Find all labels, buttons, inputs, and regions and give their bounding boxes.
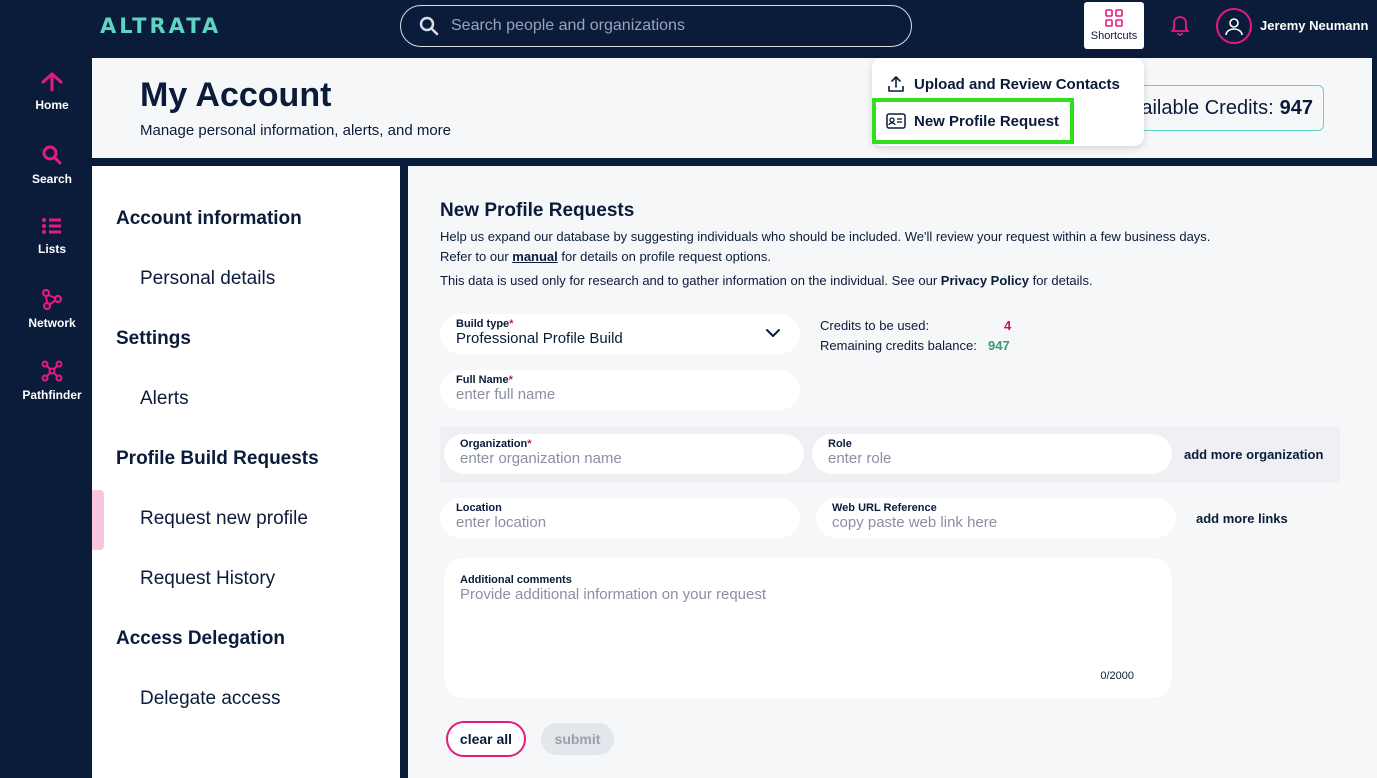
page-subtitle: Manage personal information, alerts, and… [140, 122, 452, 139]
sidebar-item-alerts[interactable]: Alerts [140, 388, 189, 410]
location-field[interactable]: Location [440, 498, 800, 538]
id-card-icon [886, 113, 906, 129]
form-description-privacy: This data is used only for research and … [440, 273, 1093, 288]
nav-item-pathfinder[interactable]: Pathfinder [0, 348, 104, 420]
available-credits: Available Credits: 947 [1128, 85, 1324, 131]
network-icon [41, 288, 63, 310]
field-label: Web URL Reference [832, 502, 937, 514]
form-description-manual: Refer to our manual for details on profi… [440, 249, 771, 264]
grid-icon [1105, 9, 1123, 27]
build-type-value: Professional Profile Build [456, 330, 623, 347]
nav-label-lists: Lists [37, 242, 66, 256]
manual-link[interactable]: manual [512, 249, 558, 264]
sidebar-section-profile-build-requests: Profile Build Requests [116, 448, 319, 469]
menu-item-upload-contacts[interactable]: Upload and Review Contacts [886, 74, 1120, 94]
sidebar-item-request-new-profile[interactable]: Request new profile [140, 508, 308, 530]
web-url-field[interactable]: Web URL Reference [816, 498, 1176, 538]
search-icon [419, 16, 439, 36]
menu-item-label: New Profile Request [914, 112, 1060, 130]
active-indicator [92, 490, 104, 550]
nav-item-network[interactable]: Network [0, 276, 104, 348]
form-description: Help us expand our database by suggestin… [440, 229, 1211, 244]
list-icon [42, 218, 61, 234]
chevron-down-icon [766, 329, 780, 337]
nav-label-network: Network [28, 316, 76, 330]
field-label: Additional comments [460, 574, 572, 586]
credits-value: 947 [1279, 96, 1313, 119]
add-organization-button[interactable]: add more organization [1184, 447, 1323, 462]
menu-item-new-profile-request[interactable]: New Profile Request [872, 98, 1074, 144]
field-label: Organization* [460, 438, 532, 450]
nav-item-search[interactable]: Search [0, 132, 104, 204]
avatar[interactable] [1216, 8, 1252, 44]
credits-used-value: 4 [1004, 318, 1012, 333]
user-icon [1225, 18, 1243, 36]
app-logo[interactable]: ALTRATA [100, 14, 221, 38]
sidebar-item-delegate-access[interactable]: Delegate access [140, 688, 280, 710]
field-label: Location [456, 502, 502, 514]
notifications-button[interactable] [1170, 14, 1190, 41]
credits-label: Available Credits: [1128, 96, 1274, 119]
role-field[interactable]: Role [812, 434, 1172, 474]
shortcuts-button[interactable]: Shortcuts [1084, 2, 1144, 49]
privacy-policy-link[interactable]: Privacy Policy [941, 273, 1029, 288]
credits-summary: Credits to be used: Remaining credits ba… [820, 316, 1011, 356]
profile-request-form: New Profile Requests Help us expand our … [408, 166, 1377, 778]
remaining-credits-label: Remaining credits balance: [820, 338, 977, 353]
desc-text: Refer to our [440, 249, 513, 264]
main-nav: Home Search Lists Network Pathfinder [0, 60, 104, 420]
nav-item-lists[interactable]: Lists [0, 204, 104, 276]
organization-input[interactable] [460, 450, 770, 467]
sidebar-section-account-information: Account information [116, 208, 302, 229]
submit-button[interactable]: submit [541, 723, 614, 755]
sidebar-section-settings: Settings [116, 328, 191, 349]
field-label: Build type* [456, 318, 514, 330]
sidebar-section-access-delegation: Access Delegation [116, 628, 285, 649]
desc-text: for details. [1028, 273, 1093, 288]
field-label: Role [828, 438, 852, 450]
search-input[interactable] [451, 17, 871, 35]
nav-label-search: Search [31, 172, 73, 186]
home-icon [41, 72, 63, 92]
sidebar-item-personal-details[interactable]: Personal details [140, 268, 275, 290]
role-input[interactable] [828, 450, 1138, 467]
sidebar-item-request-history[interactable]: Request History [140, 568, 275, 590]
shortcuts-menu: Upload and Review Contacts New Profile R… [872, 58, 1144, 146]
global-search[interactable] [400, 5, 912, 47]
credits-used-label: Credits to be used: [820, 318, 930, 333]
clear-all-button[interactable]: clear all [446, 721, 526, 757]
comments-field[interactable]: Additional comments 0/2000 [444, 558, 1172, 698]
character-counter: 0/2000 [1100, 670, 1134, 682]
shortcuts-label: Shortcuts [1090, 30, 1138, 42]
web-url-input[interactable] [832, 514, 1142, 531]
nav-label-pathfinder: Pathfinder [22, 388, 82, 402]
form-title: New Profile Requests [440, 200, 635, 221]
full-name-field[interactable]: Full Name* [440, 370, 800, 410]
field-label: Full Name* [456, 374, 513, 386]
page-header: My Account Manage personal information, … [92, 58, 1372, 158]
page-title: My Account [140, 76, 332, 114]
menu-item-label: Upload and Review Contacts [914, 75, 1120, 93]
organization-field[interactable]: Organization* [444, 434, 804, 474]
location-input[interactable] [456, 514, 766, 531]
remaining-credits-value: 947 [988, 338, 1010, 353]
search-icon [42, 145, 62, 165]
full-name-input[interactable] [456, 386, 766, 403]
add-links-button[interactable]: add more links [1196, 511, 1288, 526]
bell-icon [1171, 16, 1189, 36]
desc-text: This data is used only for research and … [440, 273, 941, 288]
account-sidebar: Account information Personal details Set… [92, 166, 400, 778]
build-type-select[interactable]: Build type* Professional Profile Build [440, 314, 800, 354]
nav-item-home[interactable]: Home [0, 60, 104, 132]
user-name[interactable]: Jeremy Neumann [1260, 18, 1368, 33]
pathfinder-icon [41, 360, 63, 382]
comments-textarea[interactable] [460, 586, 1156, 656]
upload-icon [888, 76, 904, 92]
desc-text: for details on profile request options. [557, 249, 771, 264]
nav-label-home: Home [35, 98, 69, 112]
